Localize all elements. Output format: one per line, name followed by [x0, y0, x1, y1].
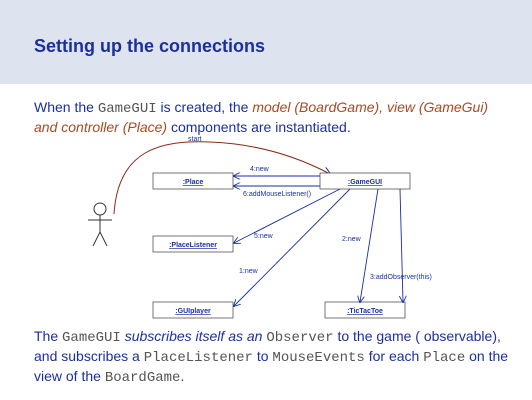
object-tictactoe-label: :TicTacToe [347, 308, 383, 315]
message-3-addobserver-arrow [400, 188, 403, 302]
outro-code-gamegui: GameGUI [62, 330, 121, 346]
object-gamegui-label: :GameGUI [348, 179, 382, 186]
message-4-label: 4:new [250, 166, 270, 173]
message-6-label: 6:addMouseListener() [243, 191, 311, 198]
outro-code-place: Place [423, 350, 466, 366]
message-1-new-arrow [234, 188, 351, 306]
object-place-label: :Place [183, 179, 204, 186]
outro-text-1: The [34, 328, 63, 344]
outro-text-4: for each [364, 348, 424, 364]
message-2-label: 2:new [342, 236, 362, 243]
outro-paragraph: The GameGUI subscribes itself as an Obse… [34, 327, 514, 387]
message-1-label: 1:new [239, 268, 259, 275]
object-placelistener: :PlaceListener [152, 235, 234, 253]
outro-emphasis-subscribes: subscribes itself as an [120, 328, 267, 344]
outro-code-placelistener: PlaceListener [143, 350, 253, 366]
object-place: :Place [152, 172, 234, 190]
actor-leg-left [92, 231, 101, 247]
object-tictactoe: :TicTacToe [324, 301, 406, 319]
actor-stick-figure [88, 202, 112, 247]
outro-code-mouseevents: MouseEvents [272, 350, 365, 366]
message-3-label: 3:addObserver(this) [370, 274, 432, 281]
message-2-new-arrow [360, 188, 379, 302]
outro-code-boardgame: BoardGame [104, 370, 181, 386]
actor-head [93, 202, 107, 216]
object-guiplayer-label: :GUIplayer [175, 308, 211, 315]
outro-text-3: to [252, 348, 273, 364]
actor-leg-right [99, 231, 108, 247]
outro-text-6: . [180, 368, 185, 384]
message-5-label: 5:new [254, 233, 274, 240]
object-placelistener-label: :PlaceListener [169, 242, 217, 249]
outro-code-observer: Observer [266, 330, 334, 346]
object-gamegui: :GameGUI [319, 172, 411, 190]
start-label: start [188, 136, 202, 143]
object-guiplayer: :GUIplayer [152, 301, 234, 319]
